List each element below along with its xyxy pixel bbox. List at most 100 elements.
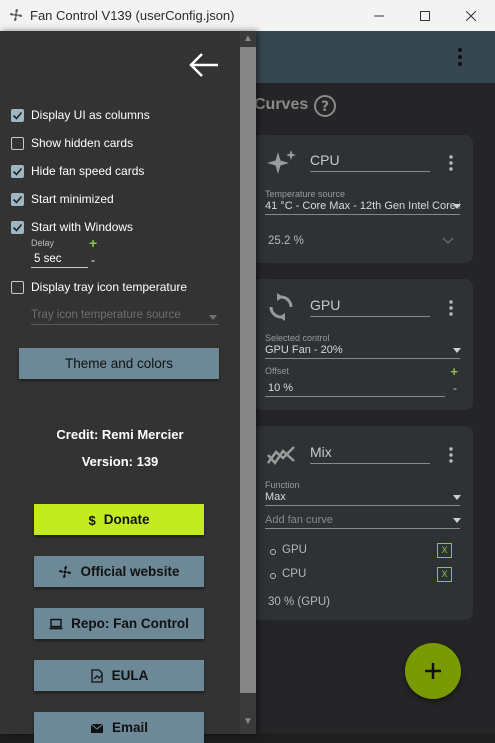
checkbox-unchecked-icon xyxy=(11,136,24,150)
add-fan-curve-select[interactable]: Add fan curve xyxy=(265,514,460,529)
bullet-icon xyxy=(270,549,276,555)
remove-item-button[interactable]: X xyxy=(437,543,452,558)
delay-label: Delay xyxy=(31,238,55,248)
email-button[interactable]: Email xyxy=(34,712,204,743)
delay-decrease-button[interactable]: - xyxy=(91,253,95,267)
delay-increase-button[interactable]: + xyxy=(89,235,97,251)
card-name-input[interactable]: Mix xyxy=(310,444,430,464)
card-more-icon[interactable] xyxy=(445,445,457,465)
button-label: Donate xyxy=(103,512,150,527)
offset-increase-button[interactable]: + xyxy=(450,364,458,379)
button-label: Official website xyxy=(80,564,180,579)
donate-button[interactable]: $ Donate xyxy=(34,504,204,535)
function-select[interactable]: Max xyxy=(265,491,460,506)
delay-input[interactable]: 5 sec xyxy=(31,253,88,268)
dropdown-arrow-icon xyxy=(209,315,217,320)
maximize-icon xyxy=(420,10,430,21)
tray-source-placeholder: Tray icon temperature source xyxy=(31,309,181,321)
fan-app-icon xyxy=(10,9,22,21)
setting-label: Display UI as columns xyxy=(31,108,150,122)
tray-temperature-source-select: Tray icon temperature source xyxy=(31,309,219,325)
checkbox-checked-icon xyxy=(11,108,24,122)
setting-label: Start with Windows xyxy=(31,220,134,234)
add-fan-curve-placeholder: Add fan curve xyxy=(265,514,333,526)
mix-curve-icon xyxy=(266,446,295,466)
more-options-icon[interactable] xyxy=(450,44,470,70)
credit-text: Credit: Remi Mercier xyxy=(56,427,184,442)
dollar-icon: $ xyxy=(88,512,96,528)
sync-icon xyxy=(269,293,293,321)
close-button[interactable] xyxy=(448,0,494,31)
dropdown-arrow-icon xyxy=(453,348,461,353)
setting-start-with-windows[interactable]: Start with Windows xyxy=(11,219,133,235)
scroll-down-icon[interactable]: ▼ xyxy=(240,714,256,730)
button-label: Repo: Fan Control xyxy=(71,616,189,631)
plus-icon xyxy=(425,663,441,679)
panel-scrollbar-thumb[interactable] xyxy=(240,47,256,693)
card-more-icon[interactable] xyxy=(445,298,457,318)
setting-display-tray-temperature[interactable]: Display tray icon temperature xyxy=(11,279,187,295)
offset-label: Offset xyxy=(265,366,289,376)
checkbox-checked-icon xyxy=(11,164,24,178)
title-bar: Fan Control V139 (userConfig.json) xyxy=(0,0,495,32)
email-icon xyxy=(90,723,104,733)
button-label: EULA xyxy=(111,668,149,683)
window-title: Fan Control V139 (userConfig.json) xyxy=(30,8,235,23)
fan-reading: 25.2 % xyxy=(268,235,304,247)
chevron-down-icon[interactable] xyxy=(442,237,454,245)
temperature-source-select[interactable]: 41 °C - Core Max - 12th Gen Intel Core i… xyxy=(265,200,460,215)
curve-card-cpu: CPU Temperature source 41 °C - Core Max … xyxy=(252,135,473,263)
button-label: Email xyxy=(111,720,149,735)
sparkle-icon xyxy=(267,150,296,174)
fan-reading: 30 % (GPU) xyxy=(268,596,330,608)
setting-label: Hide fan speed cards xyxy=(31,164,145,178)
close-icon xyxy=(466,10,476,21)
field-label: Function xyxy=(265,480,300,490)
field-value: 41 °C - Core Max - 12th Gen Intel Core i… xyxy=(265,200,460,212)
bullet-icon xyxy=(270,573,276,579)
setting-label: Show hidden cards xyxy=(31,136,134,150)
offset-input[interactable]: 10 % xyxy=(265,382,445,397)
minimize-button[interactable] xyxy=(356,0,402,31)
checkbox-unchecked-icon xyxy=(11,280,24,294)
setting-start-minimized[interactable]: Start minimized xyxy=(11,191,114,207)
help-icon[interactable]: ? xyxy=(313,94,337,118)
card-name-input[interactable]: CPU xyxy=(310,152,430,172)
list-item: CPU xyxy=(282,568,307,580)
document-sign-icon xyxy=(90,668,103,683)
theme-and-colors-button[interactable]: Theme and colors xyxy=(19,348,219,379)
setting-label: Display tray icon temperature xyxy=(31,280,188,294)
back-arrow-icon[interactable] xyxy=(188,51,220,79)
list-item: GPU xyxy=(282,544,307,556)
setting-hide-fan-speed-cards[interactable]: Hide fan speed cards xyxy=(11,163,144,179)
remove-item-button[interactable]: X xyxy=(437,567,452,582)
field-label: Temperature source xyxy=(265,189,346,199)
curve-card-gpu: GPU Selected control GPU Fan - 20% Offse… xyxy=(252,279,473,410)
dropdown-arrow-icon xyxy=(453,204,461,209)
field-label: Selected control xyxy=(265,333,330,343)
repo-button[interactable]: Repo: Fan Control xyxy=(34,608,204,639)
dropdown-arrow-icon xyxy=(453,495,461,500)
add-card-button[interactable] xyxy=(405,643,461,699)
laptop-icon xyxy=(49,618,63,629)
button-label: Theme and colors xyxy=(64,356,174,371)
official-website-button[interactable]: Official website xyxy=(34,556,204,587)
offset-decrease-button[interactable]: - xyxy=(453,381,457,395)
maximize-button[interactable] xyxy=(402,0,448,31)
scroll-up-icon[interactable]: ▲ xyxy=(240,31,256,47)
minimize-icon xyxy=(374,15,384,16)
card-more-icon[interactable] xyxy=(445,153,457,173)
checkbox-checked-icon xyxy=(11,192,24,206)
checkbox-checked-icon xyxy=(11,220,24,234)
eula-button[interactable]: EULA xyxy=(34,660,204,691)
version-text: Version: 139 xyxy=(81,454,159,469)
section-title: Curves xyxy=(254,96,309,113)
curve-card-mix: Mix Function Max Add fan curve GPU X CPU… xyxy=(252,426,473,620)
setting-show-hidden-cards[interactable]: Show hidden cards xyxy=(11,135,133,151)
offset-value: 10 % xyxy=(268,382,294,394)
setting-label: Start minimized xyxy=(31,192,114,206)
field-value: GPU Fan - 20% xyxy=(265,344,343,356)
card-name-input[interactable]: GPU xyxy=(310,297,430,317)
selected-control-select[interactable]: GPU Fan - 20% xyxy=(265,344,460,359)
setting-display-columns[interactable]: Display UI as columns xyxy=(11,107,150,123)
